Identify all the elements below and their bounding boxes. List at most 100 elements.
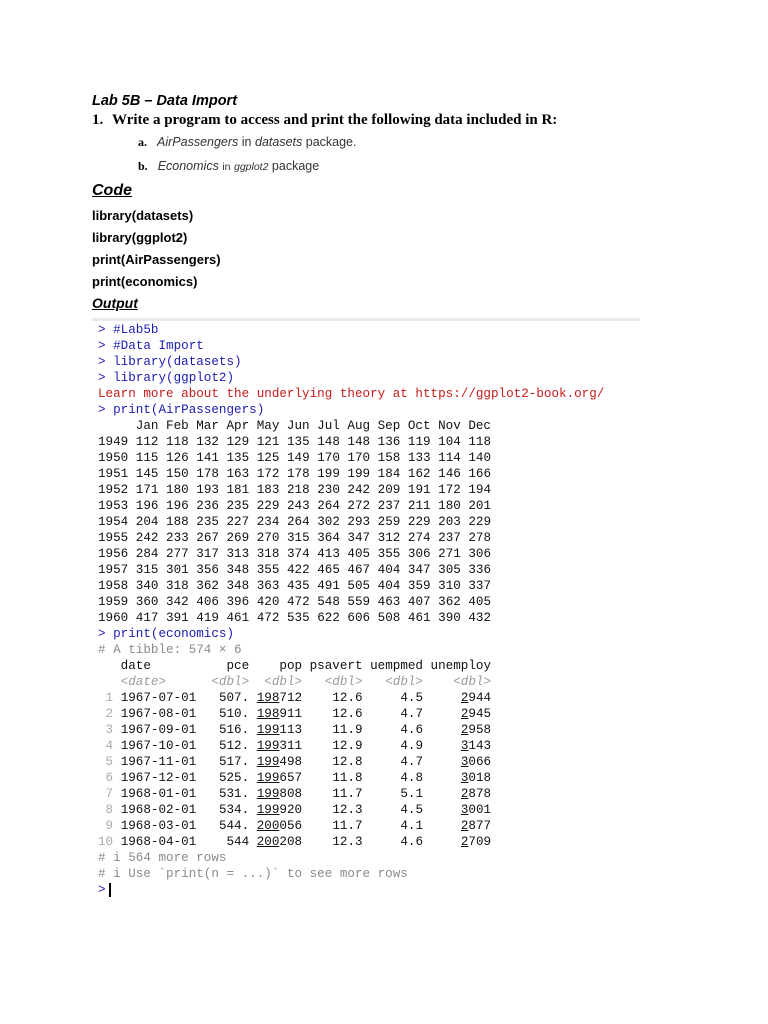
message-text: Learn more about the underlying theory a… bbox=[98, 387, 605, 401]
cell-pop-major: 199 bbox=[256, 739, 280, 753]
econ-row: 4 1967-10-01 512. 199311 12.9 4.9 3143 bbox=[98, 738, 604, 754]
cell-unemploy-minor: 066 bbox=[468, 755, 492, 769]
command-text: > #Data Import bbox=[98, 339, 204, 353]
cell-value: 463 bbox=[370, 595, 401, 609]
cell-value: 355 bbox=[249, 563, 280, 577]
item-marker: b. bbox=[138, 159, 148, 173]
cell-value: 234 bbox=[249, 515, 280, 529]
cell-value: 305 bbox=[430, 563, 461, 577]
row-year: 1960 bbox=[98, 611, 129, 625]
cell-value: 404 bbox=[370, 563, 401, 577]
cell-value: 348 bbox=[218, 563, 250, 577]
cell-value: 118 bbox=[158, 435, 189, 449]
cell-pop-minor: 808 bbox=[279, 787, 303, 801]
cell-value: 284 bbox=[128, 547, 159, 561]
cell-date: 1967-10-01 bbox=[120, 739, 197, 753]
cell-value: 193 bbox=[188, 483, 219, 497]
item-package: datasets bbox=[255, 135, 303, 149]
econ-row: 7 1968-01-01 531. 199808 11.7 5.1 2878 bbox=[98, 786, 604, 802]
cell-value: 183 bbox=[249, 483, 280, 497]
cell-pce: 525. bbox=[196, 771, 257, 785]
cell-value: 559 bbox=[339, 595, 371, 609]
cell-value: 405 bbox=[339, 547, 371, 561]
cell-value: 342 bbox=[158, 595, 189, 609]
econ-row: 9 1968-03-01 544. 200056 11.7 4.1 2877 bbox=[98, 818, 604, 834]
question-text: Write a program to access and print the … bbox=[112, 112, 558, 128]
cell-value: 150 bbox=[158, 467, 189, 481]
cell-value: 315 bbox=[279, 531, 310, 545]
cell-pop-minor: 911 bbox=[279, 707, 303, 721]
econ-types: <date> <dbl> <dbl> <dbl> <dbl> <dbl> bbox=[98, 674, 604, 690]
cell-value: 237 bbox=[430, 531, 461, 545]
cell-value: 293 bbox=[339, 515, 371, 529]
cell-psavert: 12.8 bbox=[302, 755, 363, 769]
tibble-info: # A tibble: 574 × 6 bbox=[98, 642, 604, 658]
cell-pop-minor: 920 bbox=[279, 803, 303, 817]
cell-value: 313 bbox=[218, 547, 250, 561]
cell-pce: 531. bbox=[196, 787, 257, 801]
cell-date: 1968-01-01 bbox=[120, 787, 197, 801]
cell-pop-major: 199 bbox=[256, 771, 280, 785]
cell-value: 347 bbox=[339, 531, 371, 545]
cell-value: 184 bbox=[370, 467, 401, 481]
cell-value: 146 bbox=[430, 467, 461, 481]
pad bbox=[423, 819, 461, 833]
cell-value: 472 bbox=[279, 595, 310, 609]
cell-value: 606 bbox=[339, 611, 371, 625]
row-year: 1949 bbox=[98, 435, 129, 449]
air-row: 1954 204 188 235 227 234 264 302 293 259… bbox=[98, 514, 604, 530]
cell-unemploy-minor: 945 bbox=[468, 707, 492, 721]
row-number: 10 bbox=[98, 835, 121, 849]
cell-value: 435 bbox=[279, 579, 310, 593]
cell-value: 148 bbox=[339, 435, 371, 449]
cell-value: 535 bbox=[279, 611, 310, 625]
cell-value: 133 bbox=[400, 451, 431, 465]
cell-value: 336 bbox=[460, 563, 492, 577]
command-text: > print(AirPassengers) bbox=[98, 403, 265, 417]
prompt: > bbox=[98, 883, 106, 897]
cell-value: 374 bbox=[279, 547, 310, 561]
cell-unemploy-minor: 958 bbox=[468, 723, 492, 737]
air-row: 1958 340 318 362 348 363 435 491 505 404… bbox=[98, 578, 604, 594]
cell-value: 158 bbox=[370, 451, 401, 465]
cell-value: 204 bbox=[128, 515, 159, 529]
text-cursor[interactable] bbox=[108, 882, 111, 897]
econ-row: 10 1968-04-01 544 200208 12.3 4.6 2709 bbox=[98, 834, 604, 850]
cell-pop-major: 199 bbox=[256, 755, 280, 769]
cell-value: 306 bbox=[400, 547, 431, 561]
cell-uempmed: 4.1 bbox=[362, 819, 424, 833]
cell-value: 135 bbox=[218, 451, 250, 465]
row-number: 6 bbox=[98, 771, 121, 785]
cell-uempmed: 4.8 bbox=[362, 771, 424, 785]
cell-value: 188 bbox=[158, 515, 189, 529]
cell-value: 141 bbox=[188, 451, 219, 465]
cell-value: 201 bbox=[460, 499, 492, 513]
pad bbox=[423, 739, 461, 753]
cell-value: 359 bbox=[400, 579, 431, 593]
cell-value: 126 bbox=[158, 451, 189, 465]
cell-value: 243 bbox=[279, 499, 310, 513]
row-year: 1950 bbox=[98, 451, 129, 465]
pad bbox=[423, 835, 461, 849]
cell-value: 242 bbox=[128, 531, 159, 545]
cell-pce: 512. bbox=[196, 739, 257, 753]
cell-value: 132 bbox=[188, 435, 219, 449]
row-year: 1951 bbox=[98, 467, 129, 481]
cell-value: 548 bbox=[309, 595, 340, 609]
row-year: 1955 bbox=[98, 531, 129, 545]
console-command: > library(ggplot2) bbox=[98, 370, 604, 386]
cell-value: 163 bbox=[218, 467, 250, 481]
cell-value: 149 bbox=[279, 451, 310, 465]
console-footer: # i 564 more rows bbox=[98, 850, 604, 866]
econ-row: 3 1967-09-01 516. 199113 11.9 4.6 2958 bbox=[98, 722, 604, 738]
row-year: 1953 bbox=[98, 499, 129, 513]
row-year: 1957 bbox=[98, 563, 129, 577]
cell-value: 178 bbox=[188, 467, 219, 481]
cell-value: 196 bbox=[158, 499, 189, 513]
column-header: unemploy bbox=[423, 659, 492, 673]
cell-value: 264 bbox=[309, 499, 340, 513]
cell-uempmed: 4.5 bbox=[362, 803, 424, 817]
cell-pce: 510. bbox=[196, 707, 257, 721]
pad bbox=[423, 787, 461, 801]
cell-value: 259 bbox=[370, 515, 401, 529]
